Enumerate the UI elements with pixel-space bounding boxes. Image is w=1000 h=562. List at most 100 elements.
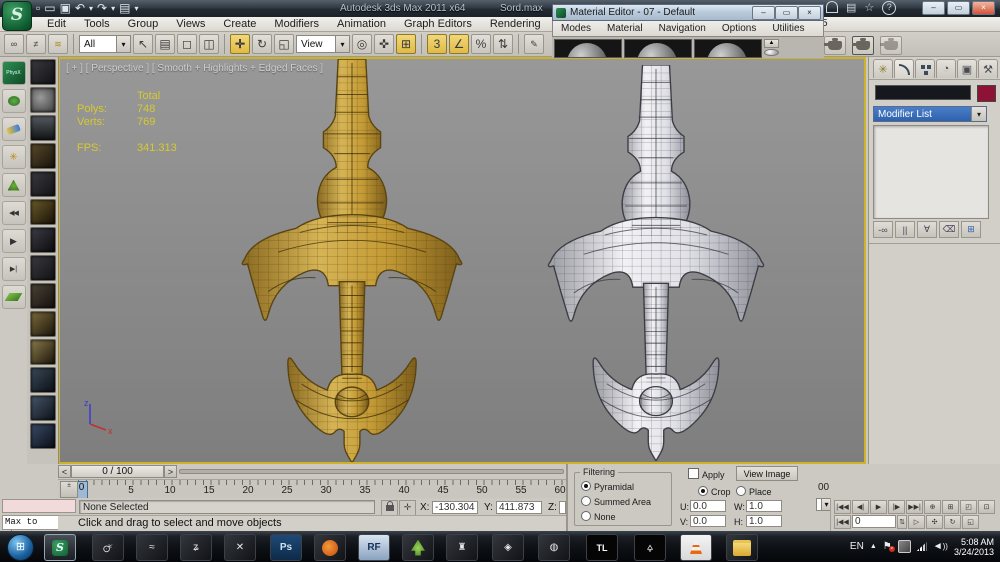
show-end-result-icon[interactable]: || — [895, 221, 915, 238]
object-color-swatch[interactable] — [977, 85, 996, 102]
undo-dropdown-icon[interactable]: ▾ — [89, 4, 93, 13]
app-menu-button[interactable]: S — [2, 1, 32, 31]
summed-area-radio[interactable] — [581, 496, 591, 506]
pan-view-icon[interactable]: ✣ — [926, 515, 943, 529]
taskbar-vlc-icon[interactable] — [680, 534, 712, 561]
current-frame-field[interactable]: 0 — [852, 515, 896, 528]
taskbar-tl-icon[interactable]: TL — [586, 534, 618, 561]
favorites-star-icon[interactable]: ☆ — [864, 1, 874, 15]
sword-model-gold[interactable] — [230, 59, 474, 463]
hidden-icons-arrow-icon[interactable]: ▲ — [870, 543, 877, 550]
taskbar-photoshop-icon[interactable]: Ps — [270, 534, 302, 561]
apply-checkbox[interactable] — [688, 468, 699, 479]
shelf-thumbnail-icon[interactable] — [30, 59, 56, 85]
remove-modifier-icon[interactable]: ⌫ — [939, 221, 959, 238]
me-close-button[interactable]: × — [798, 6, 821, 20]
play-animation-icon[interactable]: ▶ — [870, 500, 887, 514]
help-icon[interactable]: ? — [882, 1, 896, 15]
tab-modify[interactable] — [894, 59, 914, 78]
shelf-thumbnail-icon[interactable] — [30, 255, 56, 281]
project-dropdown-icon[interactable]: ▾ — [134, 4, 138, 13]
tab-hierarchy[interactable] — [915, 59, 935, 78]
zoom-icon[interactable]: ⊕ — [924, 500, 941, 514]
taskbar-maya-icon[interactable]: ≈ — [136, 534, 168, 561]
next-frame-icon[interactable]: |▶ — [888, 500, 905, 514]
x-coordinate-field[interactable]: -130.304 — [432, 501, 478, 514]
taskbar-speedtree-icon[interactable] — [402, 534, 434, 561]
crop-u-field[interactable]: 0.0 — [690, 500, 726, 512]
rendered-frame-teapot-icon[interactable] — [852, 36, 874, 55]
taskbar-houdini-icon[interactable] — [314, 534, 346, 561]
start-button[interactable]: ⊞ — [7, 534, 34, 561]
rectangular-selection-region-icon[interactable]: ◻ — [177, 34, 197, 54]
menu-animation[interactable]: Animation — [328, 18, 395, 30]
material-editor-window[interactable]: Material Editor - 07 - Default – ▭ × Mod… — [552, 4, 824, 58]
keyboard-override-icon[interactable]: ⊞ — [396, 34, 416, 54]
modifier-stack[interactable] — [873, 125, 989, 219]
configure-modifier-sets-icon[interactable]: ⊞ — [961, 221, 981, 238]
physx-foliage-icon[interactable] — [2, 173, 26, 197]
crop-h-field[interactable]: 1.0 — [746, 515, 782, 527]
absolute-mode-transform-icon[interactable]: ✛ — [399, 500, 416, 516]
save-file-icon[interactable]: ▣ — [60, 1, 71, 15]
shelf-robot-icon[interactable] — [30, 423, 56, 449]
crop-radio[interactable] — [698, 486, 708, 496]
previous-frame-icon[interactable]: ◀| — [852, 500, 869, 514]
me-restore-button[interactable]: ▭ — [775, 6, 798, 20]
select-object-icon[interactable]: ↖ — [133, 34, 153, 54]
language-indicator[interactable]: EN — [850, 541, 864, 552]
physx-burst-icon[interactable]: ✳ — [2, 145, 26, 169]
bind-to-spacewarp-icon[interactable]: ≋ — [48, 34, 68, 54]
select-and-scale-icon[interactable]: ◱ — [274, 34, 294, 54]
volume-icon[interactable]: ◄)) — [933, 541, 948, 552]
menu-create[interactable]: Create — [214, 18, 265, 30]
key-mode-icon[interactable]: |◀◀ — [834, 515, 851, 529]
selection-lock-icon[interactable] — [381, 500, 398, 516]
slot-scroll-up-icon[interactable]: ▲ — [764, 39, 779, 48]
field-of-view-icon[interactable]: ▷ — [908, 515, 925, 529]
me-menu-modes[interactable]: Modes — [553, 23, 599, 34]
taskbar-mudbox-icon[interactable]: 🜚 — [92, 534, 124, 561]
select-and-rotate-icon[interactable]: ↻ — [252, 34, 272, 54]
close-button[interactable]: × — [972, 1, 995, 15]
physx-logo-icon[interactable]: PhysX — [2, 61, 26, 85]
selection-filter-combo[interactable]: All▾ — [79, 35, 131, 53]
select-and-move-icon[interactable]: ✛ — [230, 34, 250, 54]
go-to-end-icon[interactable]: ▶▶| — [906, 500, 923, 514]
me-minimize-button[interactable]: – — [752, 6, 775, 20]
use-pivot-center-icon[interactable]: ◎ — [352, 34, 372, 54]
shelf-thumbnail-icon[interactable] — [30, 143, 56, 169]
taskbar-app-icon[interactable]: ◍ — [538, 534, 570, 561]
pyramidal-radio[interactable] — [581, 481, 591, 491]
select-and-link-icon[interactable]: ∞ — [4, 34, 24, 54]
frame-spinner-icon[interactable]: ⇅ — [897, 515, 907, 529]
z-coordinate-field[interactable] — [559, 501, 566, 514]
restore-button[interactable]: ▭ — [947, 1, 970, 15]
select-and-manipulate-icon[interactable]: ✜ — [374, 34, 394, 54]
menu-tools[interactable]: Tools — [75, 18, 119, 30]
me-menu-material[interactable]: Material — [599, 23, 651, 34]
taskbar-realflow-icon[interactable]: RF — [358, 534, 390, 561]
chevron-down-icon[interactable]: ▾ — [335, 36, 349, 52]
shelf-robot-icon[interactable] — [30, 367, 56, 393]
sample-type-icon[interactable] — [764, 49, 779, 56]
taskbar-softimage-icon[interactable]: ✕ — [224, 534, 256, 561]
keyhole-icon[interactable] — [826, 1, 838, 13]
taskbar-goat-icon[interactable]: 🜍 — [634, 534, 666, 561]
physx-cloth-icon[interactable] — [2, 89, 26, 113]
shelf-spheres-icon[interactable] — [30, 87, 56, 113]
material-editor-titlebar[interactable]: Material Editor - 07 - Default – ▭ × — [552, 4, 824, 21]
action-center-flag-icon[interactable]: ⚑× — [883, 541, 892, 552]
named-selection-sets-icon[interactable]: ✎ — [524, 34, 544, 54]
sword-model-white[interactable] — [538, 65, 774, 461]
select-by-name-icon[interactable]: ▤ — [155, 34, 175, 54]
maximize-viewport-icon[interactable]: ◱ — [962, 515, 979, 529]
material-slot[interactable] — [554, 39, 622, 58]
sim-play-icon[interactable]: ▶ — [2, 229, 26, 253]
communication-center-icon[interactable]: ▤ — [846, 1, 856, 15]
view-image-button[interactable]: View Image — [736, 466, 798, 481]
chevron-down-icon[interactable]: ▾ — [971, 107, 986, 121]
menu-modifiers[interactable]: Modifiers — [265, 18, 328, 30]
taskbar-sculpt-app-icon[interactable]: ♜ — [446, 534, 478, 561]
render-production-teapot-icon[interactable] — [880, 36, 902, 55]
